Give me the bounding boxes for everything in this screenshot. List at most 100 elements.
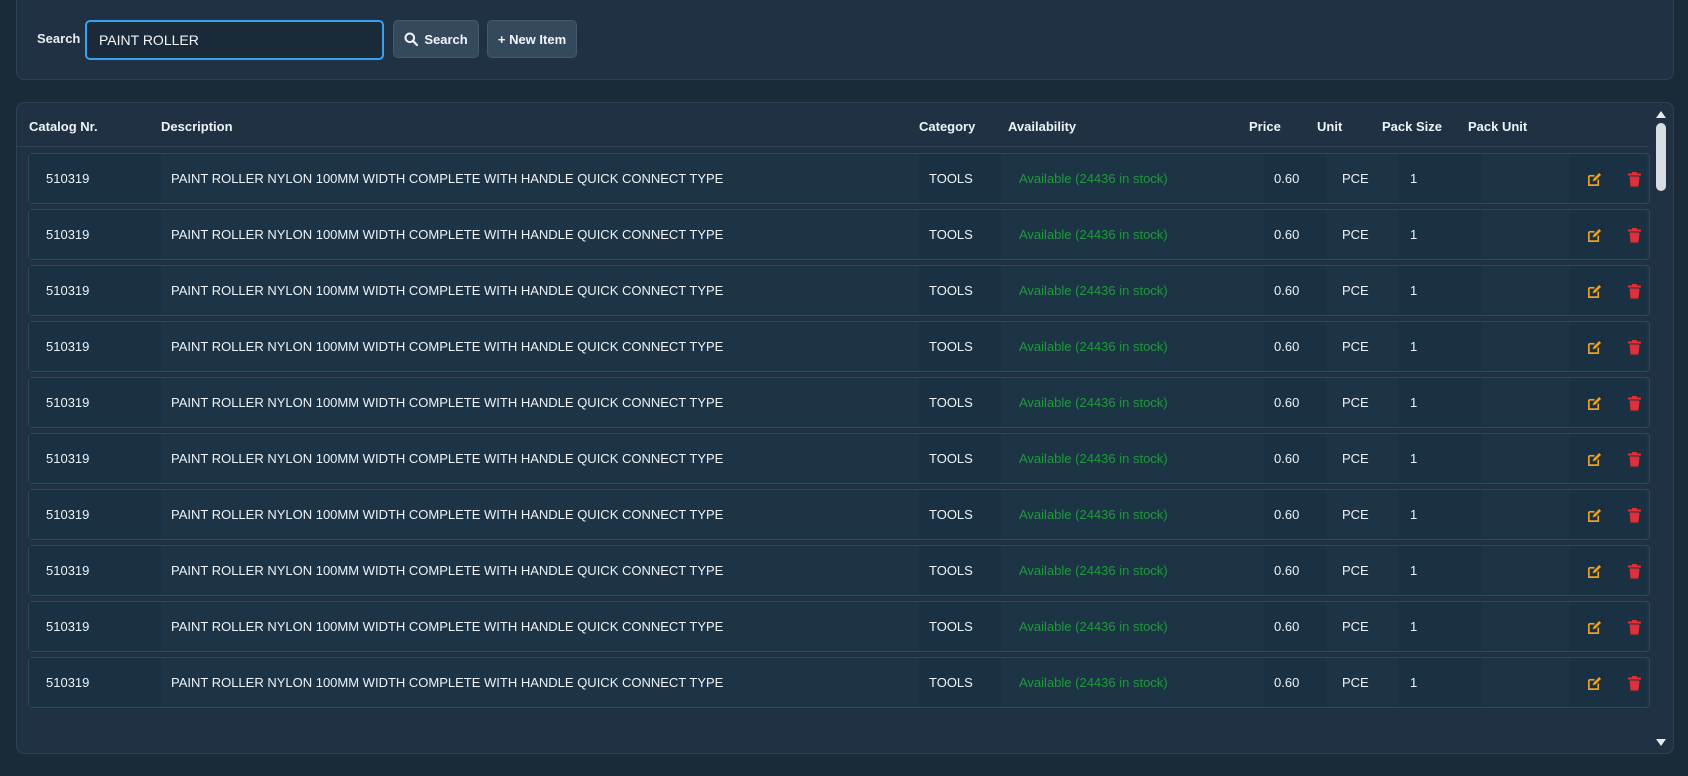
search-input[interactable] <box>85 20 384 60</box>
table-row[interactable]: 510319 PAINT ROLLER NYLON 100MM WIDTH CO… <box>28 489 1650 540</box>
trash-icon[interactable] <box>1625 562 1643 580</box>
cell-category: TOOLS <box>919 434 1001 483</box>
edit-icon[interactable] <box>1585 618 1603 636</box>
trash-icon[interactable] <box>1625 674 1643 692</box>
column-header-description: Description <box>161 119 233 134</box>
edit-icon[interactable] <box>1585 226 1603 244</box>
cell-description: PAINT ROLLER NYLON 100MM WIDTH COMPLETE … <box>171 283 724 298</box>
cell-availability: Available (24436 in stock) <box>1019 563 1168 578</box>
table-row[interactable]: 510319 PAINT ROLLER NYLON 100MM WIDTH CO… <box>28 377 1650 428</box>
cell-unit: PCE <box>1342 395 1369 410</box>
cell-category: TOOLS <box>919 490 1001 539</box>
scroll-down-arrow-icon[interactable] <box>1655 737 1667 747</box>
table-row[interactable]: 510319 PAINT ROLLER NYLON 100MM WIDTH CO… <box>28 601 1650 652</box>
search-label: Search <box>37 31 81 46</box>
cell-description: PAINT ROLLER NYLON 100MM WIDTH COMPLETE … <box>171 339 724 354</box>
scrollbar-thumb[interactable] <box>1656 123 1666 191</box>
cell-description: PAINT ROLLER NYLON 100MM WIDTH COMPLETE … <box>171 171 724 186</box>
cell-category: TOOLS <box>919 154 1001 203</box>
trash-icon[interactable] <box>1625 506 1643 524</box>
new-item-button[interactable]: + New Item <box>487 20 577 58</box>
cell-catalog: 510319 <box>29 266 161 315</box>
cell-category: TOOLS <box>919 378 1001 427</box>
table-row[interactable]: 510319 PAINT ROLLER NYLON 100MM WIDTH CO… <box>28 545 1650 596</box>
search-icon <box>404 32 419 46</box>
column-header-price: Price <box>1249 119 1281 134</box>
cell-unit: PCE <box>1342 675 1369 690</box>
edit-icon[interactable] <box>1585 338 1603 356</box>
edit-icon[interactable] <box>1585 562 1603 580</box>
table-row[interactable]: 510319 PAINT ROLLER NYLON 100MM WIDTH CO… <box>28 265 1650 316</box>
edit-icon[interactable] <box>1585 282 1603 300</box>
cell-category: TOOLS <box>919 658 1001 707</box>
cell-description: PAINT ROLLER NYLON 100MM WIDTH COMPLETE … <box>171 619 724 634</box>
column-header-unit: Unit <box>1317 119 1343 134</box>
search-button-label: Search <box>424 31 468 47</box>
cell-unit: PCE <box>1342 619 1369 634</box>
cell-pack-size: 1 <box>1398 266 1482 315</box>
cell-description: PAINT ROLLER NYLON 100MM WIDTH COMPLETE … <box>171 507 724 522</box>
cell-price: 0.60 <box>1264 546 1326 595</box>
cell-price: 0.60 <box>1264 154 1326 203</box>
cell-availability: Available (24436 in stock) <box>1019 171 1168 186</box>
cell-unit: PCE <box>1342 563 1369 578</box>
trash-icon[interactable] <box>1625 394 1643 412</box>
edit-icon[interactable] <box>1585 506 1603 524</box>
table-row[interactable]: 510319 PAINT ROLLER NYLON 100MM WIDTH CO… <box>28 321 1650 372</box>
items-table: Catalog Nr. Description Category Availab… <box>16 102 1674 754</box>
trash-icon[interactable] <box>1625 170 1643 188</box>
cell-price: 0.60 <box>1264 490 1326 539</box>
cell-price: 0.60 <box>1264 378 1326 427</box>
vertical-scrollbar[interactable] <box>1651 105 1671 751</box>
cell-unit: PCE <box>1342 227 1369 242</box>
table-row[interactable]: 510319 PAINT ROLLER NYLON 100MM WIDTH CO… <box>28 433 1650 484</box>
cell-pack-size: 1 <box>1398 154 1482 203</box>
column-header-category: Category <box>919 119 976 134</box>
table-header: Catalog Nr. Description Category Availab… <box>17 103 1649 147</box>
search-button[interactable]: Search <box>393 20 479 58</box>
cell-pack-size: 1 <box>1398 658 1482 707</box>
cell-pack-size: 1 <box>1398 602 1482 651</box>
cell-category: TOOLS <box>919 210 1001 259</box>
trash-icon[interactable] <box>1625 226 1643 244</box>
cell-price: 0.60 <box>1264 602 1326 651</box>
edit-icon[interactable] <box>1585 450 1603 468</box>
trash-icon[interactable] <box>1625 618 1643 636</box>
cell-availability: Available (24436 in stock) <box>1019 675 1168 690</box>
table-row[interactable]: 510319 PAINT ROLLER NYLON 100MM WIDTH CO… <box>28 209 1650 260</box>
table-row[interactable]: 510319 PAINT ROLLER NYLON 100MM WIDTH CO… <box>28 153 1650 204</box>
cell-pack-size: 1 <box>1398 210 1482 259</box>
cell-pack-size: 1 <box>1398 322 1482 371</box>
column-header-pack-size: Pack Size <box>1382 119 1442 134</box>
edit-icon[interactable] <box>1585 170 1603 188</box>
cell-unit: PCE <box>1342 451 1369 466</box>
cell-availability: Available (24436 in stock) <box>1019 507 1168 522</box>
cell-catalog: 510319 <box>29 658 161 707</box>
cell-availability: Available (24436 in stock) <box>1019 451 1168 466</box>
cell-price: 0.60 <box>1264 658 1326 707</box>
column-header-availability: Availability <box>1008 119 1077 134</box>
cell-description: PAINT ROLLER NYLON 100MM WIDTH COMPLETE … <box>171 675 724 690</box>
scroll-up-arrow-icon[interactable] <box>1655 109 1667 119</box>
cell-catalog: 510319 <box>29 378 161 427</box>
edit-icon[interactable] <box>1585 394 1603 412</box>
cell-unit: PCE <box>1342 171 1369 186</box>
trash-icon[interactable] <box>1625 282 1643 300</box>
edit-icon[interactable] <box>1585 674 1603 692</box>
cell-unit: PCE <box>1342 339 1369 354</box>
cell-availability: Available (24436 in stock) <box>1019 395 1168 410</box>
cell-unit: PCE <box>1342 507 1369 522</box>
trash-icon[interactable] <box>1625 450 1643 468</box>
cell-catalog: 510319 <box>29 602 161 651</box>
cell-availability: Available (24436 in stock) <box>1019 227 1168 242</box>
cell-pack-size: 1 <box>1398 434 1482 483</box>
cell-description: PAINT ROLLER NYLON 100MM WIDTH COMPLETE … <box>171 451 724 466</box>
table-row[interactable]: 510319 PAINT ROLLER NYLON 100MM WIDTH CO… <box>28 657 1650 708</box>
column-header-catalog: Catalog Nr. <box>29 119 98 134</box>
cell-unit: PCE <box>1342 283 1369 298</box>
cell-category: TOOLS <box>919 546 1001 595</box>
cell-catalog: 510319 <box>29 546 161 595</box>
cell-description: PAINT ROLLER NYLON 100MM WIDTH COMPLETE … <box>171 563 724 578</box>
search-panel: Search Search + New Item <box>16 0 1674 80</box>
trash-icon[interactable] <box>1625 338 1643 356</box>
